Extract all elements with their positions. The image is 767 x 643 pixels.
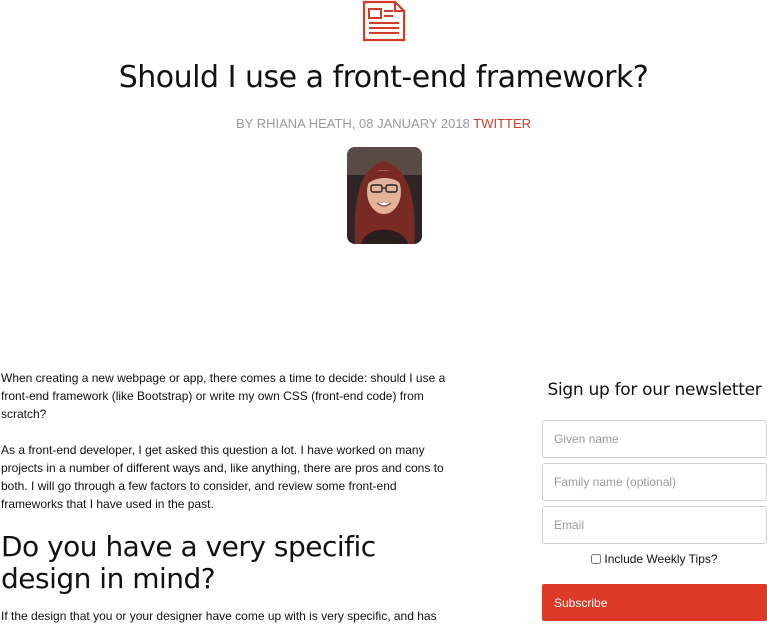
byline-author-date: BY RHIANA HEATH, 08 JANUARY 2018 (235, 116, 470, 131)
twitter-link[interactable]: TWITTER (473, 116, 531, 131)
byline: BY RHIANA HEATH, 08 JANUARY 2018 TWITTER (0, 116, 767, 131)
article-paragraph: If the design that you or your designer … (1, 609, 437, 623)
article-body: When creating a new webpage or app, ther… (1, 369, 451, 643)
newsletter-title: Sign up for our newsletter (547, 380, 762, 400)
given-name-field[interactable] (542, 420, 767, 458)
weekly-tips-checkbox[interactable] (591, 554, 602, 564)
weekly-tips-row: Include Weekly Tips? (542, 552, 767, 566)
newsletter-form: Sign up for our newsletter Include Weekl… (542, 380, 767, 621)
section-heading: Do you have a very specific design in mi… (1, 530, 376, 595)
page-title: Should I use a front-end framework? (118, 60, 649, 95)
newspaper-icon (362, 0, 406, 42)
article-paragraph: As a front-end developer, I get asked th… (1, 443, 444, 511)
family-name-field[interactable] (542, 463, 767, 501)
subscribe-button[interactable]: Subscribe (542, 584, 767, 621)
avatar (347, 147, 422, 244)
weekly-tips-label: Include Weekly Tips? (604, 552, 718, 566)
article-paragraph: When creating a new webpage or app, ther… (1, 371, 446, 421)
email-field[interactable] (542, 506, 767, 544)
